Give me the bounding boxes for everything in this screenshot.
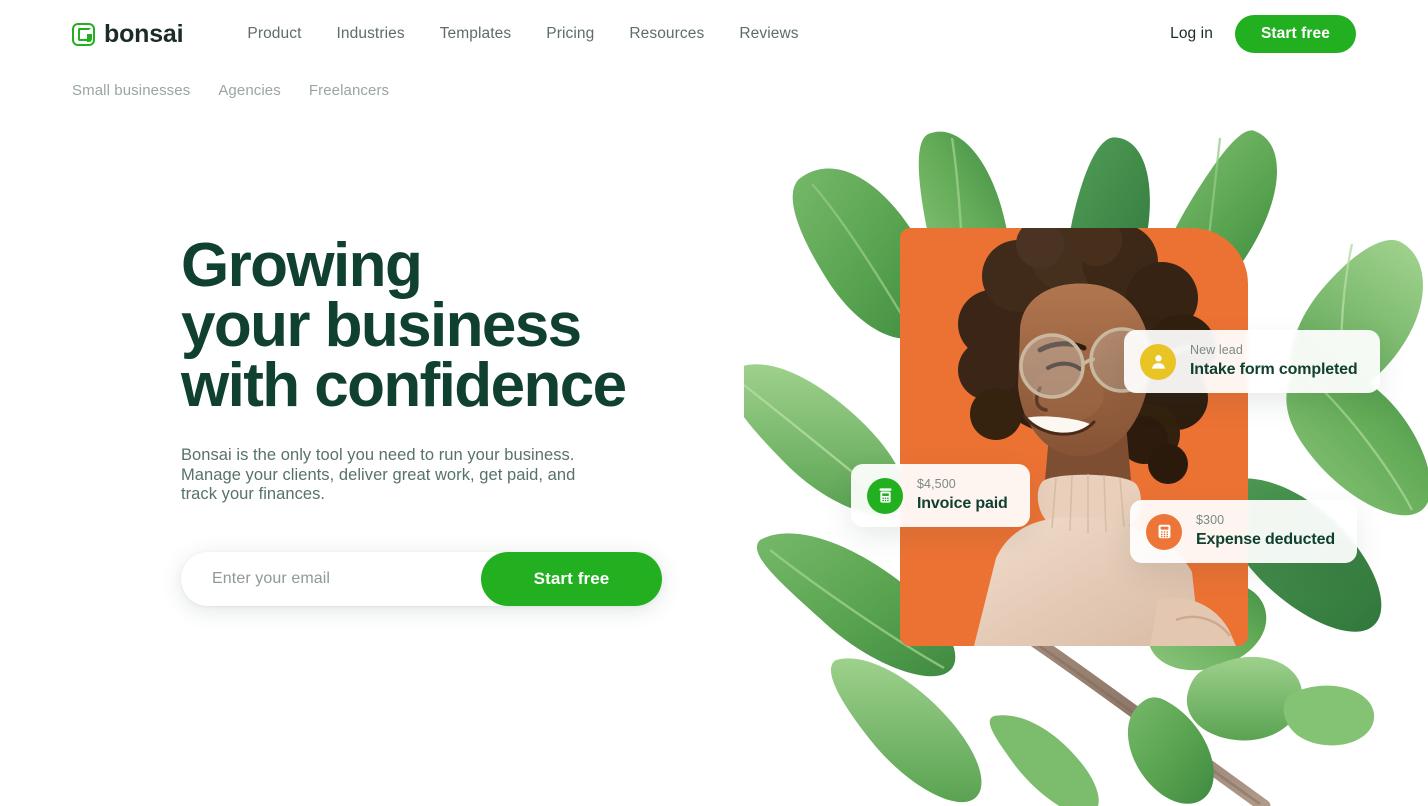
invoice-terminal-icon xyxy=(867,477,903,514)
bonsai-leaf-logo-icon xyxy=(72,22,95,46)
nav-item-product[interactable]: Product xyxy=(247,25,301,43)
expense-amount: $300 xyxy=(1196,513,1225,527)
primary-nav: Product Industries Templates Pricing Res… xyxy=(247,25,798,43)
subnav-item-agencies[interactable]: Agencies xyxy=(218,82,281,99)
portrait-illustration xyxy=(958,228,1236,646)
hero-start-free-button[interactable]: Start free xyxy=(481,551,662,606)
new-lead-meta: New lead xyxy=(1190,343,1243,357)
hero-content: Growing your business with confidence Bo… xyxy=(181,235,801,606)
nav-item-templates[interactable]: Templates xyxy=(440,25,512,43)
person-icon xyxy=(1140,343,1176,380)
leaf-left-lower-1 xyxy=(830,658,982,803)
header-actions: Log in Start free xyxy=(1170,15,1356,53)
hero-title-line-3: with confidence xyxy=(181,351,627,420)
leaf-branch-tip xyxy=(1283,685,1375,746)
login-link[interactable]: Log in xyxy=(1170,25,1213,43)
new-lead-title: Intake form completed xyxy=(1190,361,1358,378)
subnav-item-freelancers[interactable]: Freelancers xyxy=(309,82,389,99)
start-free-button[interactable]: Start free xyxy=(1234,15,1356,53)
invoice-amount: $4,500 xyxy=(917,477,956,491)
nav-item-reviews[interactable]: Reviews xyxy=(739,25,798,43)
nav-item-resources[interactable]: Resources xyxy=(629,25,704,43)
notification-card-expense-deducted: $300 Expense deducted xyxy=(1130,500,1357,563)
signup-form: Start free xyxy=(181,551,662,606)
brand-name: bonsai xyxy=(104,19,184,48)
calculator-icon xyxy=(1146,513,1182,550)
hero-title-line-1: Growing xyxy=(181,231,423,300)
nav-item-pricing[interactable]: Pricing xyxy=(546,25,594,43)
invoice-title: Invoice paid xyxy=(917,495,1008,512)
notification-card-invoice-paid: $4,500 Invoice paid xyxy=(851,464,1030,527)
page-root: bonsai Product Industries Templates Pric… xyxy=(0,0,1428,806)
page-title: Growing your business with confidence xyxy=(181,235,801,417)
hero-title-line-2: your business xyxy=(181,291,582,360)
notification-card-text: New lead Intake form completed xyxy=(1190,343,1358,380)
notification-card-new-lead: New lead Intake form completed xyxy=(1124,330,1380,393)
notification-card-text: $300 Expense deducted xyxy=(1196,513,1335,550)
nav-item-industries[interactable]: Industries xyxy=(337,25,405,43)
secondary-nav: Small businesses Agencies Freelancers xyxy=(72,68,389,113)
hero-subtitle: Bonsai is the only tool you need to run … xyxy=(181,446,576,503)
hero-photo-card xyxy=(900,228,1248,646)
leaf-bottom-spike xyxy=(989,715,1099,806)
brand-logo[interactable]: bonsai xyxy=(72,19,184,49)
subnav-item-small-businesses[interactable]: Small businesses xyxy=(72,82,190,99)
notification-card-text: $4,500 Invoice paid xyxy=(917,477,1008,514)
expense-title: Expense deducted xyxy=(1196,531,1335,548)
site-header: bonsai Product Industries Templates Pric… xyxy=(0,0,1428,68)
